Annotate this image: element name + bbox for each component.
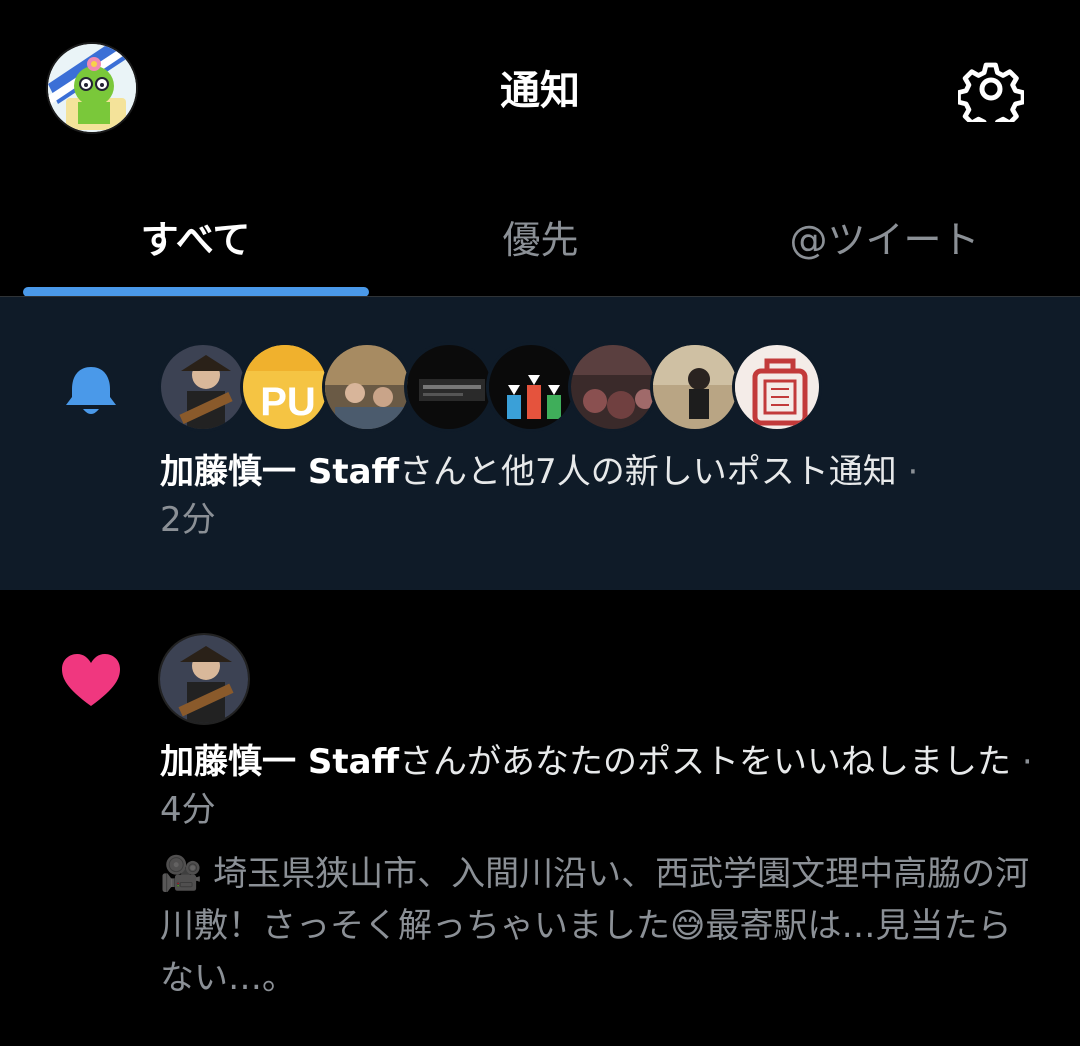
notification-text[interactable]: 加藤慎一 Staffさんがあなたのポストをいいねしました · 4分 — [160, 738, 1040, 834]
tab-priority[interactable]: 優先 — [368, 175, 713, 297]
avatar[interactable] — [158, 633, 250, 725]
bell-icon — [62, 365, 120, 417]
notification-text: 加藤慎一 Staffさんと他7人の新しいポスト通知 · 2分 — [160, 448, 1040, 544]
avatar[interactable] — [322, 342, 412, 432]
avatar[interactable] — [650, 342, 740, 432]
avatar[interactable]: PU — [240, 342, 330, 432]
separator: · — [896, 452, 919, 492]
heart-icon — [60, 652, 122, 708]
tab-bar: すべて 優先 @ツイート — [0, 175, 1080, 297]
settings-button[interactable] — [956, 56, 1026, 133]
tab-mentions[interactable]: @ツイート — [712, 175, 1057, 297]
notification-item-new-posts[interactable] — [0, 297, 1080, 590]
avatar[interactable] — [158, 342, 248, 432]
timestamp: 2分 — [160, 500, 216, 540]
quoted-post-text[interactable]: 🎥 埼玉県狭山市、入間川沿い、西武学園文理中高脇の河川敷！さっそく解っちゃいまし… — [160, 848, 1040, 1004]
tab-all[interactable]: すべて — [23, 175, 368, 297]
user-name[interactable]: 加藤慎一 Staff — [160, 742, 399, 782]
user-name[interactable]: 加藤慎一 Staff — [160, 452, 399, 492]
avatar[interactable] — [568, 342, 658, 432]
gear-icon — [956, 62, 1026, 133]
separator: · — [1011, 742, 1033, 782]
avatar[interactable] — [404, 342, 494, 432]
notification-message: さんがあなたのポストをいいねしました — [399, 742, 1012, 782]
page-title: 通知 — [500, 68, 580, 114]
svg-text:PU: PU — [260, 380, 316, 424]
header: 通知 — [0, 0, 1080, 175]
avatar[interactable] — [486, 342, 576, 432]
avatar[interactable] — [732, 342, 822, 432]
notification-message: さんと他7人の新しいポスト通知 — [399, 452, 897, 492]
timestamp: 4分 — [160, 790, 216, 830]
